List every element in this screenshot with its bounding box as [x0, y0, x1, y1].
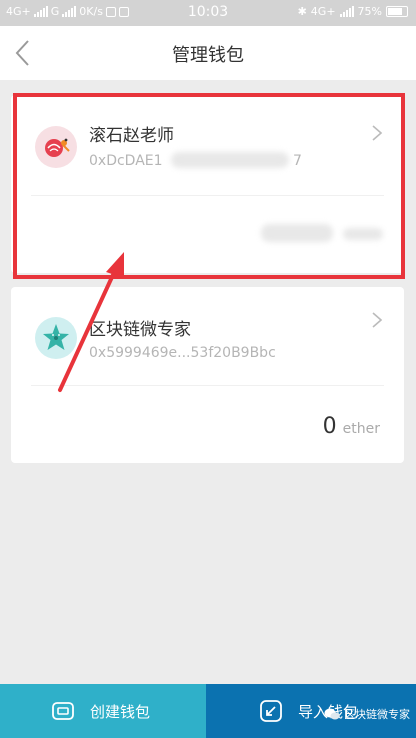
wechat-icon — [324, 708, 340, 720]
wallet-card-2[interactable]: 区块链微专家 0x5999469e...53f20B9Bbc 0 ether — [11, 287, 404, 463]
wallet-name-2: 区块链微专家 — [89, 320, 191, 340]
create-wallet-label: 创建钱包 — [90, 703, 151, 721]
card-divider-2 — [31, 385, 384, 386]
import-icon — [260, 700, 282, 722]
battery-percent: 75% — [357, 5, 382, 18]
redacted-balance — [261, 224, 333, 242]
create-wallet-button[interactable]: 创建钱包 — [0, 684, 206, 738]
watermark-text: 区块链微专家 — [344, 708, 410, 721]
wallet-address-1-tail: 7 — [293, 153, 302, 169]
wallet-balance-2: 0 ether — [323, 414, 380, 439]
network-type-3: 4G+ — [310, 5, 336, 18]
wallet-address-1: 0xDcDAE1 — [89, 153, 163, 169]
card-divider-1 — [31, 195, 384, 196]
chevron-right-icon — [372, 125, 383, 141]
hermit-crab-icon — [45, 138, 70, 157]
watermark: 区块链微专家 — [324, 706, 410, 722]
wallet-card-1[interactable]: 滚石赵老师 0xDcDAE1 7 — [11, 95, 404, 273]
wallet-icon — [52, 702, 74, 720]
bluetooth-icon: ✱ — [297, 5, 307, 18]
redacted-address — [171, 152, 289, 168]
import-wallet-button[interactable]: 导入钱包 区块链微专家 — [206, 684, 416, 738]
wallet-avatar-2 — [35, 317, 77, 359]
status-bar: 4G+ G 0K/s 10:03 ✱ 4G+ 75% — [0, 0, 416, 26]
bottom-action-bar: 创建钱包 导入钱包 区块链微专家 — [0, 684, 416, 738]
wallet-address-2: 0x5999469e...53f20B9Bbc — [89, 345, 276, 361]
balance-value: 0 — [322, 414, 337, 439]
status-right: ✱ 4G+ 75% — [298, 5, 408, 18]
starfish-icon — [43, 324, 69, 350]
chevron-right-icon — [372, 312, 383, 328]
nav-bar: 管理钱包 — [0, 26, 416, 80]
balance-unit: ether — [342, 421, 380, 437]
wallet-avatar-1 — [35, 126, 77, 168]
wallet-name-1: 滚石赵老师 — [89, 126, 174, 146]
page-title: 管理钱包 — [172, 45, 244, 66]
redacted-unit — [343, 228, 383, 240]
signal-icon-3 — [339, 6, 354, 17]
battery-icon — [386, 6, 408, 17]
